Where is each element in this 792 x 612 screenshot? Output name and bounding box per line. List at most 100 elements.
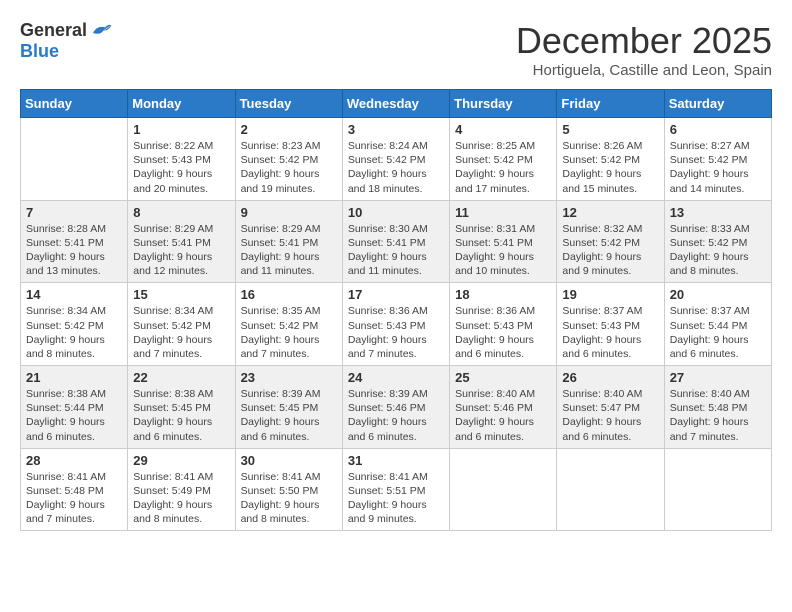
calendar-cell: 22 Sunrise: 8:38 AM Sunset: 5:45 PM Dayli… xyxy=(128,366,235,449)
calendar-cell: 5Sunrise: 8:26 AM Sunset: 5:42 PM Daylig… xyxy=(557,118,664,201)
calendar-cell xyxy=(664,448,771,531)
day-info: Sunrise: 8:41 AM Sunset: 5:50 PM Dayligh… xyxy=(241,470,337,527)
calendar-cell: 12 Sunrise: 8:32 AM Sunset: 5:42 PM Dayli… xyxy=(557,200,664,283)
day-number: 3 xyxy=(348,122,444,137)
calendar-cell: 18 Sunrise: 8:36 AM Sunset: 5:43 PM Dayli… xyxy=(450,283,557,366)
calendar-cell xyxy=(450,448,557,531)
day-info: Sunrise: 8:22 AM Sunset: 5:43 PM Dayligh… xyxy=(133,139,229,196)
day-number: 12 xyxy=(562,205,658,220)
calendar-table: SundayMondayTuesdayWednesdayThursdayFrid… xyxy=(20,89,772,531)
day-number: 23 xyxy=(241,370,337,385)
title-section: December 2025 Hortiguela, Castille and L… xyxy=(516,20,772,79)
weekday-header-saturday: Saturday xyxy=(664,90,771,118)
day-info: Sunrise: 8:34 AM Sunset: 5:42 PM Dayligh… xyxy=(26,304,122,361)
day-info: Sunrise: 8:34 AM Sunset: 5:42 PM Dayligh… xyxy=(133,304,229,361)
day-info: Sunrise: 8:32 AM Sunset: 5:42 PM Dayligh… xyxy=(562,222,658,279)
day-info: Sunrise: 8:37 AM Sunset: 5:43 PM Dayligh… xyxy=(562,304,658,361)
calendar-cell: 28 Sunrise: 8:41 AM Sunset: 5:48 PM Dayli… xyxy=(21,448,128,531)
day-number: 16 xyxy=(241,287,337,302)
day-info: Sunrise: 8:24 AM Sunset: 5:42 PM Dayligh… xyxy=(348,139,444,196)
calendar-cell: 10 Sunrise: 8:30 AM Sunset: 5:41 PM Dayli… xyxy=(342,200,449,283)
day-info: Sunrise: 8:40 AM Sunset: 5:47 PM Dayligh… xyxy=(562,387,658,444)
calendar-cell: 23 Sunrise: 8:39 AM Sunset: 5:45 PM Dayli… xyxy=(235,366,342,449)
weekday-header-sunday: Sunday xyxy=(21,90,128,118)
calendar-week-row: 1 Sunrise: 8:22 AM Sunset: 5:43 PM Daylig… xyxy=(21,118,772,201)
day-info: Sunrise: 8:23 AM Sunset: 5:42 PM Dayligh… xyxy=(241,139,337,196)
weekday-header-thursday: Thursday xyxy=(450,90,557,118)
calendar-cell: 30 Sunrise: 8:41 AM Sunset: 5:50 PM Dayli… xyxy=(235,448,342,531)
day-number: 6 xyxy=(670,122,766,137)
day-number: 10 xyxy=(348,205,444,220)
month-title: December 2025 xyxy=(516,20,772,62)
day-info: Sunrise: 8:33 AM Sunset: 5:42 PM Dayligh… xyxy=(670,222,766,279)
day-number: 28 xyxy=(26,453,122,468)
day-number: 2 xyxy=(241,122,337,137)
calendar-cell xyxy=(557,448,664,531)
calendar-week-row: 7 Sunrise: 8:28 AM Sunset: 5:41 PM Daylig… xyxy=(21,200,772,283)
calendar-cell: 20 Sunrise: 8:37 AM Sunset: 5:44 PM Dayli… xyxy=(664,283,771,366)
weekday-header-friday: Friday xyxy=(557,90,664,118)
calendar-cell: 15 Sunrise: 8:34 AM Sunset: 5:42 PM Dayli… xyxy=(128,283,235,366)
day-info: Sunrise: 8:41 AM Sunset: 5:48 PM Dayligh… xyxy=(26,470,122,527)
calendar-week-row: 14 Sunrise: 8:34 AM Sunset: 5:42 PM Dayli… xyxy=(21,283,772,366)
day-info: Sunrise: 8:35 AM Sunset: 5:42 PM Dayligh… xyxy=(241,304,337,361)
calendar-cell: 11Sunrise: 8:31 AM Sunset: 5:41 PM Dayli… xyxy=(450,200,557,283)
day-number: 20 xyxy=(670,287,766,302)
day-number: 21 xyxy=(26,370,122,385)
day-number: 14 xyxy=(26,287,122,302)
calendar-header: SundayMondayTuesdayWednesdayThursdayFrid… xyxy=(21,90,772,118)
calendar-cell: 1 Sunrise: 8:22 AM Sunset: 5:43 PM Daylig… xyxy=(128,118,235,201)
day-number: 18 xyxy=(455,287,551,302)
calendar-cell: 19 Sunrise: 8:37 AM Sunset: 5:43 PM Dayli… xyxy=(557,283,664,366)
calendar-cell: 7 Sunrise: 8:28 AM Sunset: 5:41 PM Daylig… xyxy=(21,200,128,283)
day-number: 1 xyxy=(133,122,229,137)
day-info: Sunrise: 8:36 AM Sunset: 5:43 PM Dayligh… xyxy=(348,304,444,361)
day-number: 29 xyxy=(133,453,229,468)
calendar-cell: 8Sunrise: 8:29 AM Sunset: 5:41 PM Daylig… xyxy=(128,200,235,283)
day-info: Sunrise: 8:36 AM Sunset: 5:43 PM Dayligh… xyxy=(455,304,551,361)
location-text: Hortiguela, Castille and Leon, Spain xyxy=(516,62,772,79)
day-number: 19 xyxy=(562,287,658,302)
day-number: 17 xyxy=(348,287,444,302)
day-number: 30 xyxy=(241,453,337,468)
logo-blue-text: Blue xyxy=(20,41,59,62)
calendar-cell: 25Sunrise: 8:40 AM Sunset: 5:46 PM Dayli… xyxy=(450,366,557,449)
day-number: 7 xyxy=(26,205,122,220)
day-info: Sunrise: 8:39 AM Sunset: 5:46 PM Dayligh… xyxy=(348,387,444,444)
calendar-cell: 2 Sunrise: 8:23 AM Sunset: 5:42 PM Daylig… xyxy=(235,118,342,201)
calendar-cell: 16 Sunrise: 8:35 AM Sunset: 5:42 PM Dayli… xyxy=(235,283,342,366)
day-info: Sunrise: 8:40 AM Sunset: 5:48 PM Dayligh… xyxy=(670,387,766,444)
day-number: 15 xyxy=(133,287,229,302)
calendar-cell: 21 Sunrise: 8:38 AM Sunset: 5:44 PM Dayli… xyxy=(21,366,128,449)
calendar-cell: 31Sunrise: 8:41 AM Sunset: 5:51 PM Dayli… xyxy=(342,448,449,531)
calendar-cell: 3 Sunrise: 8:24 AM Sunset: 5:42 PM Daylig… xyxy=(342,118,449,201)
weekday-header-wednesday: Wednesday xyxy=(342,90,449,118)
day-info: Sunrise: 8:38 AM Sunset: 5:44 PM Dayligh… xyxy=(26,387,122,444)
calendar-cell xyxy=(21,118,128,201)
day-number: 9 xyxy=(241,205,337,220)
calendar-cell: 6Sunrise: 8:27 AM Sunset: 5:42 PM Daylig… xyxy=(664,118,771,201)
day-number: 22 xyxy=(133,370,229,385)
calendar-cell: 17 Sunrise: 8:36 AM Sunset: 5:43 PM Dayli… xyxy=(342,283,449,366)
day-number: 5 xyxy=(562,122,658,137)
day-info: Sunrise: 8:30 AM Sunset: 5:41 PM Dayligh… xyxy=(348,222,444,279)
day-info: Sunrise: 8:37 AM Sunset: 5:44 PM Dayligh… xyxy=(670,304,766,361)
day-number: 13 xyxy=(670,205,766,220)
day-info: Sunrise: 8:39 AM Sunset: 5:45 PM Dayligh… xyxy=(241,387,337,444)
calendar-cell: 4Sunrise: 8:25 AM Sunset: 5:42 PM Daylig… xyxy=(450,118,557,201)
day-info: Sunrise: 8:38 AM Sunset: 5:45 PM Dayligh… xyxy=(133,387,229,444)
day-number: 27 xyxy=(670,370,766,385)
calendar-cell: 26Sunrise: 8:40 AM Sunset: 5:47 PM Dayli… xyxy=(557,366,664,449)
calendar-week-row: 28 Sunrise: 8:41 AM Sunset: 5:48 PM Dayli… xyxy=(21,448,772,531)
day-number: 8 xyxy=(133,205,229,220)
day-number: 24 xyxy=(348,370,444,385)
day-info: Sunrise: 8:29 AM Sunset: 5:41 PM Dayligh… xyxy=(241,222,337,279)
weekday-header-tuesday: Tuesday xyxy=(235,90,342,118)
calendar-cell: 14 Sunrise: 8:34 AM Sunset: 5:42 PM Dayli… xyxy=(21,283,128,366)
day-info: Sunrise: 8:28 AM Sunset: 5:41 PM Dayligh… xyxy=(26,222,122,279)
day-info: Sunrise: 8:31 AM Sunset: 5:41 PM Dayligh… xyxy=(455,222,551,279)
calendar-cell: 27 Sunrise: 8:40 AM Sunset: 5:48 PM Dayli… xyxy=(664,366,771,449)
page-header: General Blue December 2025 Hortiguela, C… xyxy=(20,20,772,79)
logo-general-text: General xyxy=(20,20,87,41)
calendar-cell: 13 Sunrise: 8:33 AM Sunset: 5:42 PM Dayli… xyxy=(664,200,771,283)
